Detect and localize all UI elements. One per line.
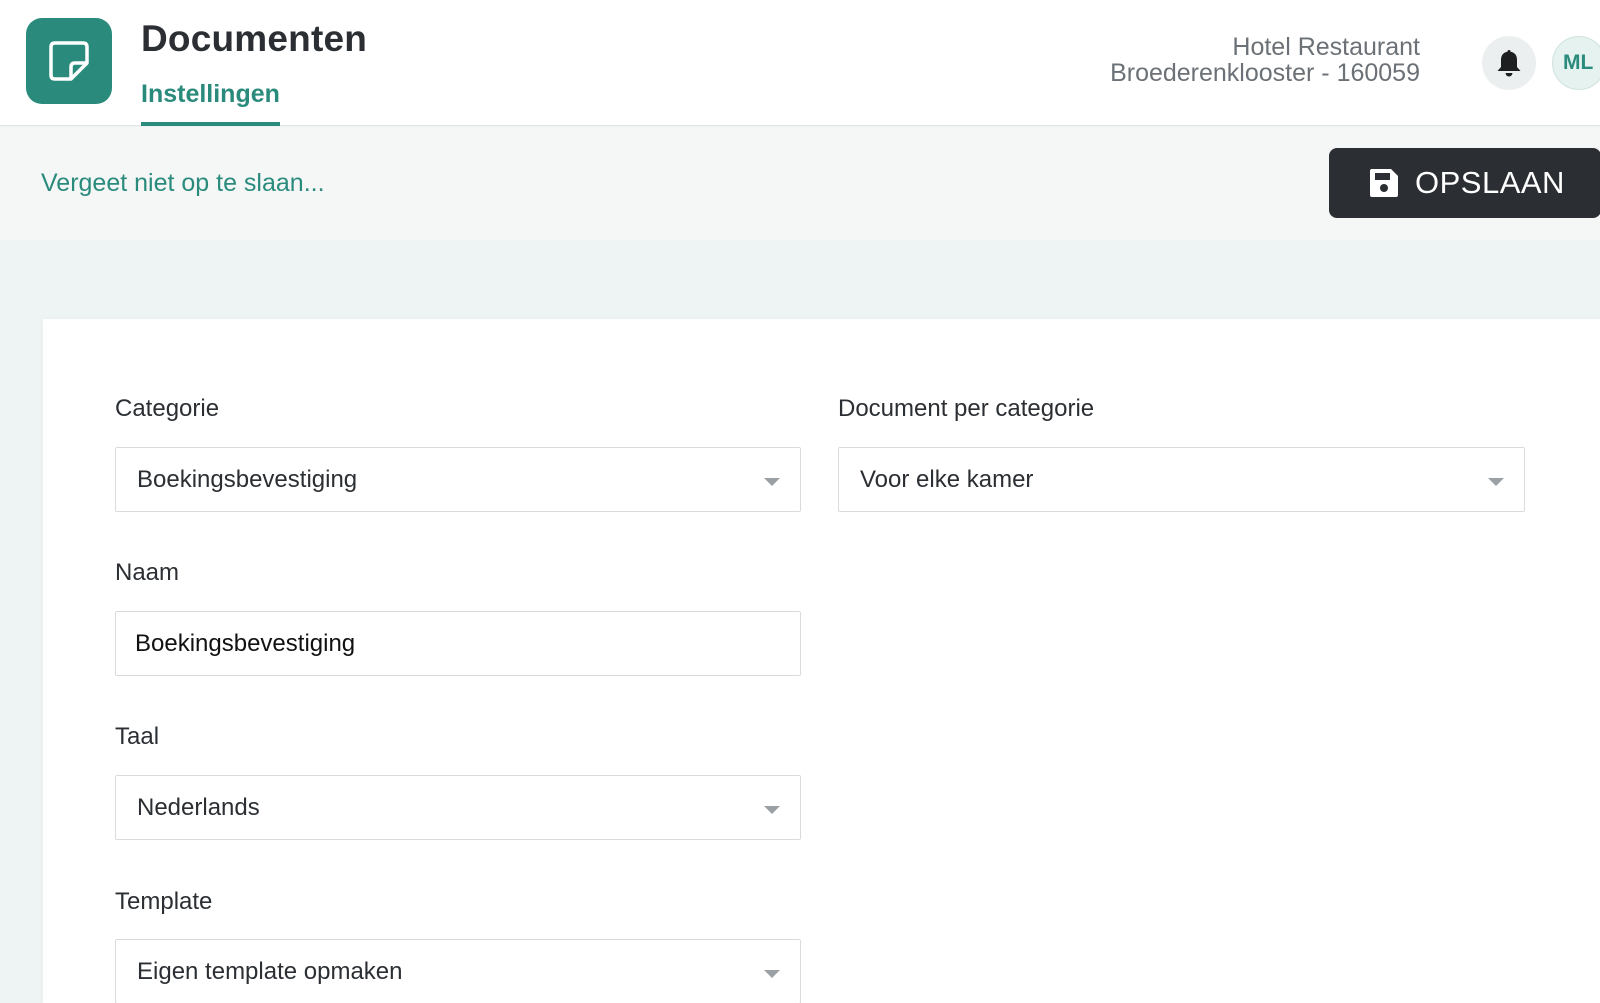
floppy-disk-icon: [1369, 168, 1399, 198]
naam-label: Naam: [115, 559, 180, 586]
document-icon: [49, 41, 89, 81]
save-button[interactable]: OPSLAAN: [1329, 148, 1600, 218]
save-reminder: Vergeet niet op te slaan...: [41, 169, 325, 197]
app-logo[interactable]: [26, 18, 112, 104]
naam-input[interactable]: [135, 629, 798, 658]
save-bar: Vergeet niet op te slaan... OPSLAAN: [0, 127, 1600, 240]
user-avatar[interactable]: ML: [1552, 36, 1600, 90]
taal-select[interactable]: Nederlands: [115, 775, 801, 840]
document-settings-form: Categorie Boekingsbevestiging Document p…: [43, 319, 1600, 1003]
chevron-down-icon: [1488, 477, 1504, 486]
naam-field[interactable]: [115, 611, 801, 676]
template-label: Template: [115, 888, 213, 915]
chevron-down-icon: [764, 969, 780, 978]
categorie-value: Boekingsbevestiging: [137, 465, 358, 493]
template-value: Eigen template opmaken: [137, 957, 403, 985]
document-per-categorie-label: Document per categorie: [838, 395, 1095, 422]
taal-label: Taal: [115, 723, 160, 750]
hotel-name-line2: Broederenklooster - 160059: [1110, 59, 1420, 87]
document-per-categorie-select[interactable]: Voor elke kamer: [838, 447, 1525, 512]
categorie-label: Categorie: [115, 395, 220, 422]
tab-instellingen[interactable]: Instellingen: [141, 78, 280, 126]
hotel-name-line1: Hotel Restaurant: [1232, 33, 1420, 61]
chevron-down-icon: [764, 805, 780, 814]
chevron-down-icon: [764, 477, 780, 486]
hotel-name: Hotel Restaurant Broederenklooster - 160…: [920, 34, 1420, 86]
bell-icon: [1497, 50, 1521, 77]
taal-value: Nederlands: [137, 793, 260, 821]
page-title: Documenten: [141, 18, 368, 59]
save-button-label: OPSLAAN: [1415, 165, 1565, 200]
categorie-select[interactable]: Boekingsbevestiging: [115, 447, 801, 512]
app-header: Documenten Instellingen Hotel Restaurant…: [0, 0, 1600, 126]
document-per-categorie-value: Voor elke kamer: [860, 465, 1034, 493]
notifications-button[interactable]: [1482, 36, 1536, 90]
template-select[interactable]: Eigen template opmaken: [115, 939, 801, 1003]
